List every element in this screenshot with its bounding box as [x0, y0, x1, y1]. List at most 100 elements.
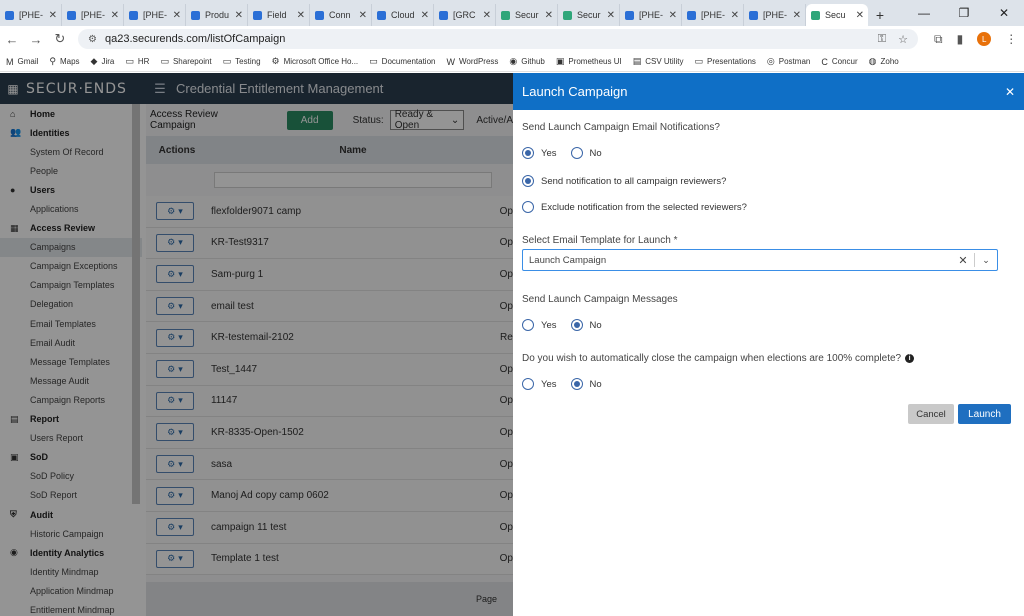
tab-close-icon[interactable]: ✕ [545, 10, 553, 21]
browser-tab[interactable]: [PHE- ✕ [682, 4, 744, 26]
tab-close-icon[interactable]: ✕ [607, 10, 615, 21]
radio-label: Yes [541, 319, 557, 331]
tab-close-icon[interactable]: ✕ [111, 10, 119, 21]
tab-close-icon[interactable]: ✕ [793, 10, 801, 21]
browser-tab[interactable]: Conn ✕ [310, 4, 372, 26]
bookmark-item[interactable]: ▭ Documentation [369, 56, 435, 67]
tab-close-icon[interactable]: ✕ [173, 10, 181, 21]
browser-tab[interactable]: Produ ✕ [186, 4, 248, 26]
tab-label: Produ [205, 10, 230, 20]
bookmark-icon: ▤ [632, 56, 642, 66]
cancel-button[interactable]: Cancel [908, 404, 954, 424]
browser-tab[interactable]: [PHE- ✕ [0, 4, 62, 26]
forward-icon[interactable]: → [24, 32, 48, 47]
bookmark-item[interactable]: ▣ Prometheus UI [556, 56, 622, 67]
bookmark-item[interactable]: ▭ Testing [223, 56, 261, 67]
tab-close-icon[interactable]: ✕ [483, 10, 491, 21]
bookmark-item[interactable]: ◍ Zoho [869, 56, 899, 67]
menu-dots-icon[interactable]: ⋮ [1005, 32, 1017, 46]
tab-close-icon[interactable]: ✕ [49, 10, 57, 21]
bookmark-item[interactable]: M Gmail [6, 57, 38, 67]
template-label: Select Email Template for Launch * [522, 235, 678, 246]
notify-exclude-option[interactable]: Exclude notification from the selected r… [522, 201, 747, 213]
radio-label: Yes [541, 147, 557, 159]
email-template-select[interactable]: Launch Campaign ✕ ⌄ [522, 249, 998, 271]
bookmark-item[interactable]: ◎ Postman [767, 56, 810, 67]
radio-icon[interactable] [522, 378, 534, 390]
tab-close-icon[interactable]: ✕ [421, 10, 429, 21]
bookmark-item[interactable]: ▭ Presentations [694, 56, 755, 67]
extensions-icon[interactable]: ⧉ [934, 32, 943, 47]
modal-backdrop[interactable] [0, 73, 513, 616]
tab-label: [PHE- [639, 10, 664, 20]
site-settings-icon[interactable]: ⚙ [88, 34, 97, 45]
app-icon [190, 10, 201, 21]
bookmark-item[interactable]: W WordPress [446, 57, 498, 67]
browser-tab[interactable]: Secur ✕ [496, 4, 558, 26]
auto-close-no[interactable]: No [570, 378, 602, 390]
bookmark-item[interactable]: ⚲ Maps [49, 56, 79, 67]
bookmark-item[interactable]: ◆ Jira [91, 56, 115, 67]
bookmark-label: Gmail [17, 57, 39, 66]
tab-close-icon[interactable]: ✕ [856, 10, 864, 21]
new-tab-button[interactable]: + [868, 4, 892, 26]
launch-messages-yes[interactable]: Yes [522, 319, 557, 331]
bookmark-label: Microsoft Office Ho... [283, 57, 359, 66]
email-notifications-no[interactable]: No [570, 147, 602, 159]
chevron-down-icon[interactable]: ⌄ [975, 255, 997, 266]
browser-tab[interactable]: [PHE- ✕ [744, 4, 806, 26]
bookmark-item[interactable]: ◉ Github [509, 56, 544, 67]
bookmark-item[interactable]: C Concur [821, 57, 857, 67]
clear-icon[interactable]: ✕ [952, 254, 974, 267]
bookmark-label: HR [137, 57, 150, 66]
reload-icon[interactable]: ↻ [48, 31, 72, 47]
browser-tab[interactable]: [PHE- ✕ [124, 4, 186, 26]
close-window-icon[interactable]: ✕ [984, 6, 1024, 20]
bookmark-label: Github [521, 57, 545, 66]
profile-avatar[interactable]: L [977, 32, 992, 46]
launch-messages-no[interactable]: No [570, 319, 602, 331]
bookmark-item[interactable]: ▭ Sharepoint [160, 56, 211, 67]
tab-close-icon[interactable]: ✕ [669, 10, 677, 21]
bookmark-icon: ▣ [555, 56, 565, 66]
email-notifications-options: Yes No [522, 147, 616, 159]
browser-tab[interactable]: [PHE- ✕ [620, 4, 682, 26]
browser-tab[interactable]: Secur ✕ [558, 4, 620, 26]
notify-all-option[interactable]: Send notification to all campaign review… [522, 175, 726, 187]
minimize-icon[interactable]: — [904, 6, 944, 20]
bookmark-item[interactable]: ▭ HR [125, 56, 149, 67]
tab-close-icon[interactable]: ✕ [235, 10, 243, 21]
close-icon[interactable]: ✕ [1005, 85, 1015, 99]
email-notifications-yes[interactable]: Yes [522, 147, 557, 159]
browser-tab[interactable]: Field ✕ [248, 4, 310, 26]
star-icon[interactable]: ☆ [898, 33, 908, 46]
browser-addressbar: ← → ↻ ⚙ qa23.securends.com/listOfCampaig… [0, 26, 1024, 52]
back-icon[interactable]: ← [0, 32, 24, 47]
bookmark-label: Presentations [706, 57, 756, 66]
radio-selected-icon[interactable] [570, 378, 583, 390]
radio-icon[interactable] [522, 201, 534, 213]
key-icon[interactable]: ⚿ [878, 33, 886, 46]
browser-tab[interactable]: Secu ✕ [806, 4, 868, 26]
bookmark-item[interactable]: ▤ CSV Utility [633, 56, 684, 67]
browser-tab[interactable]: Cloud ✕ [372, 4, 434, 26]
radio-icon[interactable] [522, 319, 534, 331]
tab-close-icon[interactable]: ✕ [731, 10, 739, 21]
tab-close-icon[interactable]: ✕ [297, 10, 305, 21]
tab-close-icon[interactable]: ✕ [359, 10, 367, 21]
radio-selected-icon[interactable] [570, 319, 583, 331]
radio-selected-icon[interactable] [522, 147, 534, 159]
restore-icon[interactable]: ❐ [944, 6, 984, 20]
radio-selected-icon[interactable] [522, 175, 534, 187]
radio-icon[interactable] [570, 147, 583, 159]
browser-tab[interactable]: [PHE- ✕ [62, 4, 124, 26]
auto-close-question-text: Do you wish to automatically close the c… [522, 353, 902, 364]
bookmark-item[interactable]: ⚙ Microsoft Office Ho... [272, 56, 359, 67]
securends-icon [500, 10, 511, 21]
auto-close-yes[interactable]: Yes [522, 378, 557, 390]
info-icon[interactable]: i [905, 354, 915, 363]
browser-tab[interactable]: [GRC ✕ [434, 4, 496, 26]
launch-button[interactable]: Launch [958, 404, 1011, 424]
sidepanel-icon[interactable]: ▮ [957, 32, 964, 46]
url-bar[interactable]: ⚙ qa23.securends.com/listOfCampaign ⚿ ☆ [78, 29, 918, 49]
